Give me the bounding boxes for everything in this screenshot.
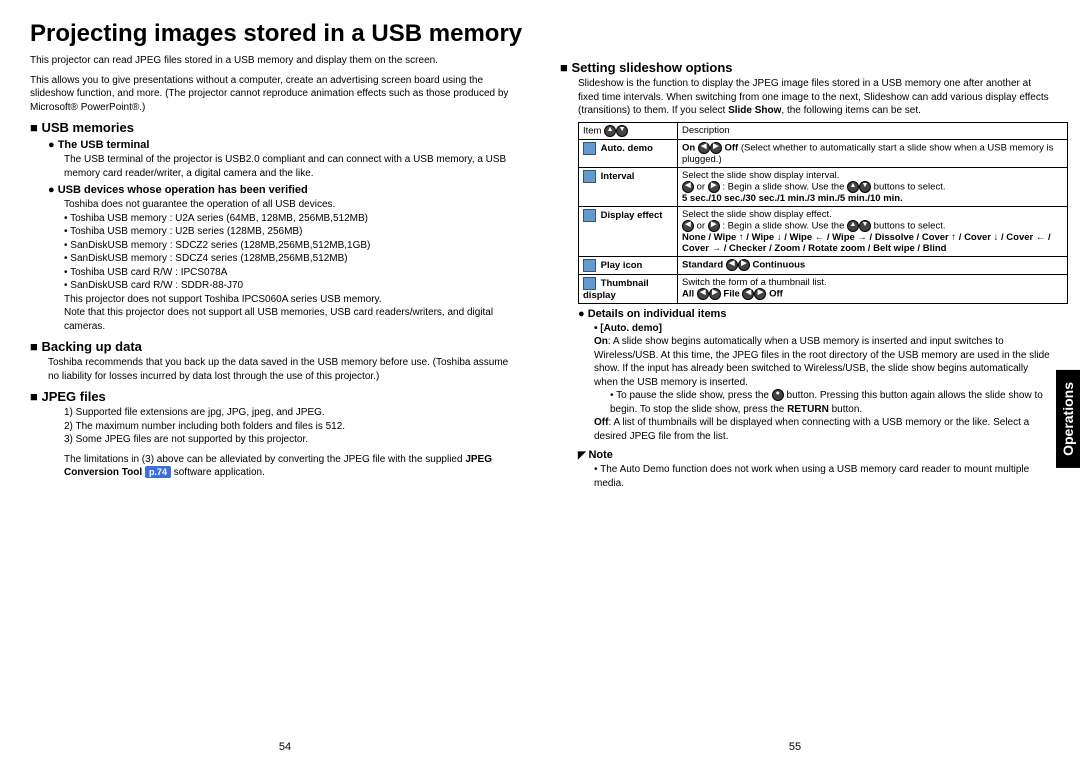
left-icon: ◀ bbox=[726, 259, 738, 271]
right-icon: ▶ bbox=[710, 142, 722, 154]
left-icon: ◀ bbox=[682, 220, 694, 232]
note-text: • The Auto Demo function does not work w… bbox=[594, 463, 1050, 490]
list-item: Toshiba USB memory : U2A series (64MB, 1… bbox=[64, 212, 520, 226]
thumbnail-icon bbox=[583, 277, 596, 290]
backing-up-text: Toshiba recommends that you back up the … bbox=[48, 356, 520, 383]
enter-icon: ● bbox=[772, 389, 784, 401]
usb-terminal-heading: The USB terminal bbox=[48, 139, 520, 151]
autodemo-icon bbox=[583, 142, 596, 155]
right-icon: ▶ bbox=[709, 288, 721, 300]
auto-demo-pause: To pause the slide show, press the ● but… bbox=[610, 389, 1050, 416]
usb-memories-heading: USB memories bbox=[30, 120, 520, 135]
list-item: SanDiskUSB card R/W : SDDR-88-J70 bbox=[64, 279, 520, 293]
up-icon: ▲ bbox=[604, 125, 616, 137]
auto-demo-off: Off: A list of thumbnails will be displa… bbox=[594, 416, 1050, 443]
list-item: SanDiskUSB memory : SDCZ4 series (128MB,… bbox=[64, 252, 520, 266]
left-icon: ◀ bbox=[742, 288, 754, 300]
list-item: 2) The maximum number including both fol… bbox=[64, 420, 520, 434]
slideshow-heading: Setting slideshow options bbox=[560, 60, 1050, 75]
left-icon: ◀ bbox=[697, 288, 709, 300]
right-icon: ▶ bbox=[708, 220, 720, 232]
list-item: Toshiba USB memory : U2B series (128MB, … bbox=[64, 225, 520, 239]
page-number-left: 54 bbox=[279, 741, 291, 753]
backing-up-heading: Backing up data bbox=[30, 339, 520, 354]
slideshow-intro: Slideshow is the function to display the… bbox=[578, 77, 1050, 118]
list-item: Toshiba USB card R/W : IPCS078A bbox=[64, 266, 520, 280]
side-tab-operations: Operations bbox=[1056, 370, 1080, 468]
up-icon: ▲ bbox=[847, 181, 859, 193]
up-icon: ▲ bbox=[847, 220, 859, 232]
left-icon: ◀ bbox=[698, 142, 710, 154]
auto-demo-on: On: A slide show begins automatically wh… bbox=[594, 335, 1050, 389]
left-icon: ◀ bbox=[682, 181, 694, 193]
playicon-icon bbox=[583, 259, 596, 272]
right-icon: ▶ bbox=[708, 181, 720, 193]
verified-trail1: This projector does not support Toshiba … bbox=[64, 293, 520, 307]
intro-p2: This allows you to give presentations wi… bbox=[30, 74, 520, 115]
down-icon: ▼ bbox=[616, 125, 628, 137]
displayeffect-icon bbox=[583, 209, 596, 222]
usb-terminal-text: The USB terminal of the projector is USB… bbox=[64, 153, 520, 180]
right-icon: ▶ bbox=[754, 288, 766, 300]
verified-heading: USB devices whose operation has been ver… bbox=[48, 184, 520, 196]
jpeg-list: 1) Supported file extensions are jpg, JP… bbox=[64, 406, 520, 447]
intro-p1: This projector can read JPEG files store… bbox=[30, 54, 520, 68]
jpeg-heading: JPEG files bbox=[30, 389, 520, 404]
page-ref-badge: p.74 bbox=[145, 466, 171, 478]
interval-icon bbox=[583, 170, 596, 183]
jpeg-trail: The limitations in (3) above can be alle… bbox=[64, 453, 520, 480]
down-icon: ▼ bbox=[859, 181, 871, 193]
verified-trail2: Note that this projector does not suppor… bbox=[64, 306, 520, 333]
page-title: Projecting images stored in a USB memory bbox=[30, 20, 1050, 48]
verified-lead: Toshiba does not guarantee the operation… bbox=[64, 198, 520, 212]
list-item: 3) Some JPEG files are not supported by … bbox=[64, 433, 520, 447]
left-column: This projector can read JPEG files store… bbox=[30, 54, 520, 735]
auto-demo-label: [Auto. demo] bbox=[594, 322, 1050, 336]
note-heading: Note bbox=[578, 449, 1050, 461]
right-column: Setting slideshow options Slideshow is t… bbox=[560, 54, 1050, 735]
verified-list: Toshiba USB memory : U2A series (64MB, 1… bbox=[64, 212, 520, 293]
page-number-right: 55 bbox=[789, 741, 801, 753]
list-item: 1) Supported file extensions are jpg, JP… bbox=[64, 406, 520, 420]
list-item: SanDiskUSB memory : SDCZ2 series (128MB,… bbox=[64, 239, 520, 253]
right-icon: ▶ bbox=[738, 259, 750, 271]
details-heading: Details on individual items bbox=[578, 308, 1050, 320]
footer: 54 55 bbox=[30, 735, 1050, 753]
down-icon: ▼ bbox=[859, 220, 871, 232]
options-table: Item ▲▼ Description Auto. demo On ◀▶ Off… bbox=[578, 122, 1068, 304]
